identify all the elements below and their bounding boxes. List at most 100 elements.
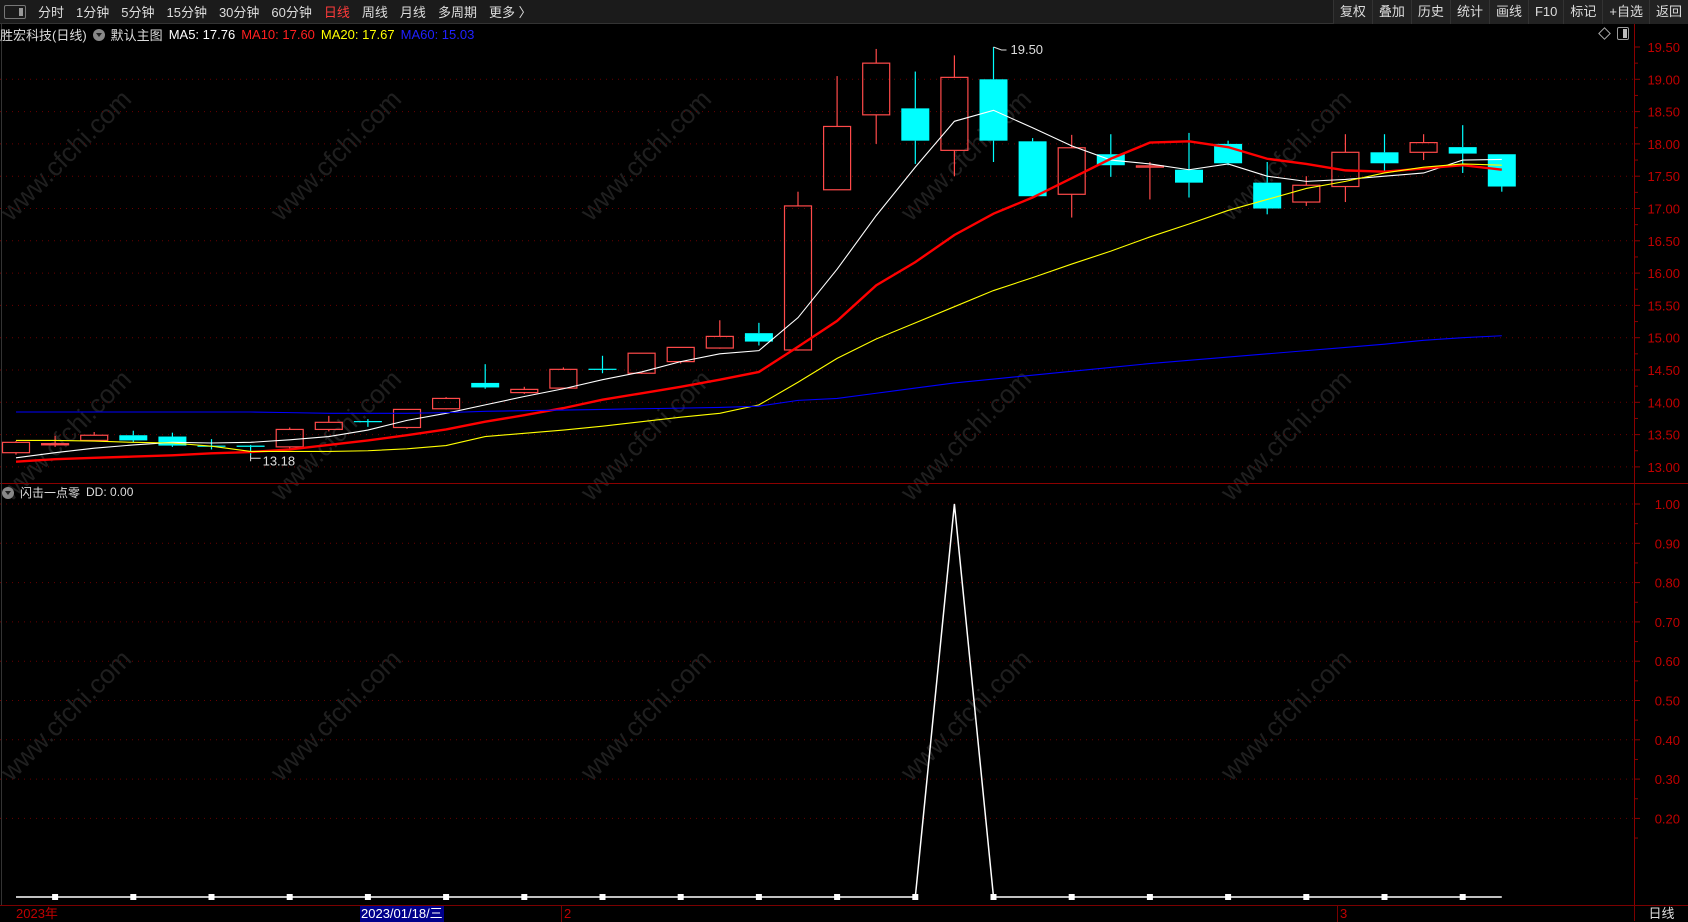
candle — [1253, 161, 1282, 215]
indicator-point — [208, 894, 215, 900]
indicator-point — [755, 894, 762, 900]
chart-corner-icons — [1598, 27, 1629, 40]
candle-body-down — [236, 445, 265, 447]
candle — [940, 55, 969, 177]
indicator-point — [364, 894, 371, 900]
candle-body-down — [119, 435, 148, 441]
indicator-tick-label: 0.70 — [1655, 615, 1680, 630]
indicator-point — [599, 894, 606, 900]
candle-body-up — [80, 434, 109, 442]
indicator-value: DD: 0.00 — [86, 485, 134, 499]
date-month-3: 3 — [1337, 906, 1347, 922]
price-tick-label: 18.50 — [1647, 105, 1680, 120]
candle-body-up — [627, 352, 656, 374]
indicator-point — [677, 894, 684, 900]
candle-body-up — [275, 428, 304, 448]
candle-body-down — [353, 421, 382, 423]
candle — [275, 427, 304, 449]
candle — [1409, 134, 1438, 161]
candle-body-down — [588, 368, 617, 370]
candle-body-down — [744, 333, 773, 342]
candle — [510, 386, 539, 394]
ma-line-ma60 — [16, 335, 1502, 414]
candle — [1, 441, 31, 455]
candle — [471, 364, 500, 389]
indicator-point — [1303, 894, 1310, 900]
price-tick-label: 18.00 — [1647, 137, 1680, 152]
candle-body-up — [510, 388, 539, 394]
template-dropdown-icon[interactable] — [92, 29, 105, 41]
candle-body-down — [1448, 147, 1477, 154]
price-tick-label: 15.50 — [1647, 298, 1680, 313]
candle — [705, 320, 734, 349]
candle — [119, 430, 148, 443]
candle-body-up — [549, 368, 578, 389]
indicator-tick-label: 0.20 — [1655, 811, 1680, 826]
indicator-point — [52, 894, 59, 900]
candle — [40, 435, 70, 447]
candle-body-up — [40, 443, 70, 446]
candle-body-up — [432, 397, 461, 410]
candle — [353, 419, 382, 427]
template-name[interactable]: 默认主图 — [111, 25, 163, 44]
ma20-value: MA20: 17.67 — [320, 26, 395, 42]
price-tick-label: 17.50 — [1647, 169, 1680, 184]
candle — [432, 397, 461, 410]
ma10-value: MA10: 17.60 — [241, 26, 315, 42]
price-tick-label: 16.00 — [1647, 266, 1680, 281]
candle-body-up — [1135, 165, 1165, 168]
indicator-point — [1068, 894, 1075, 900]
price-tick-label: 15.00 — [1647, 331, 1680, 346]
price-tick-label: 13.50 — [1647, 428, 1680, 443]
indicator-point — [990, 894, 997, 900]
period-indicator: 日线 — [1634, 905, 1688, 921]
diamond-icon[interactable] — [1598, 27, 1611, 40]
indicator-point — [1225, 894, 1232, 900]
panel-toggle-icon[interactable] — [1617, 27, 1629, 40]
indicator-point — [912, 894, 919, 900]
candle-body-up — [1409, 142, 1438, 153]
price-tick-label: 14.00 — [1647, 395, 1680, 410]
low-marker-arrow — [250, 455, 261, 462]
candle-body-up — [1292, 184, 1321, 203]
indicator-tick-label: 1.00 — [1655, 497, 1680, 512]
candle — [862, 48, 891, 144]
candle — [901, 71, 930, 164]
candle-body-up — [783, 205, 813, 351]
price-tick-label: 16.50 — [1647, 234, 1680, 249]
candle-body-up — [314, 421, 343, 431]
candle-body-up — [705, 335, 734, 349]
indicator-tick-label: 0.30 — [1655, 772, 1680, 787]
candle-body-up — [822, 125, 852, 191]
high-price-label: 19.50 — [1011, 42, 1044, 57]
candle-body-down — [1018, 141, 1047, 197]
candle-body-up — [862, 62, 891, 116]
candle-body-up — [1057, 147, 1086, 195]
indicator-point — [834, 894, 841, 900]
kline-chart[interactable]: 19.50 19.00 18.50 18.00 17.50 17.00 16.50 16.00… — [0, 0, 1688, 921]
candle — [1214, 140, 1243, 166]
candle — [1018, 138, 1047, 199]
price-tick-label: 19.50 — [1647, 40, 1680, 55]
date-axis: 2023年 2023/01/18/三 2 3 — [0, 905, 1634, 922]
ma5-value: MA5: 17.76 — [168, 26, 236, 42]
main-chart-info: 胜宏科技(日线) 默认主图 MA5: 17.76 MA10: 17.60 MA2… — [0, 25, 480, 43]
indicator-tick-label: 0.40 — [1655, 733, 1680, 748]
candle — [822, 76, 852, 191]
indicator-point — [1381, 894, 1388, 900]
indicator-dropdown-icon[interactable] — [2, 487, 14, 499]
candle — [783, 191, 813, 351]
indicator-point — [1459, 894, 1466, 900]
date-selected: 2023/01/18/三 — [360, 906, 444, 922]
indicator-name[interactable]: 闪击一点零 — [20, 484, 80, 501]
indicator-point — [130, 894, 137, 900]
price-tick-label: 13.00 — [1647, 460, 1680, 475]
candle-body-up — [940, 76, 969, 151]
candle-body-down — [1370, 152, 1399, 164]
indicator-point — [443, 894, 450, 900]
candle — [1135, 161, 1165, 200]
candle-body-down — [1175, 169, 1203, 183]
candle — [314, 415, 343, 432]
candle — [627, 352, 656, 374]
indicator-point — [1146, 894, 1153, 900]
